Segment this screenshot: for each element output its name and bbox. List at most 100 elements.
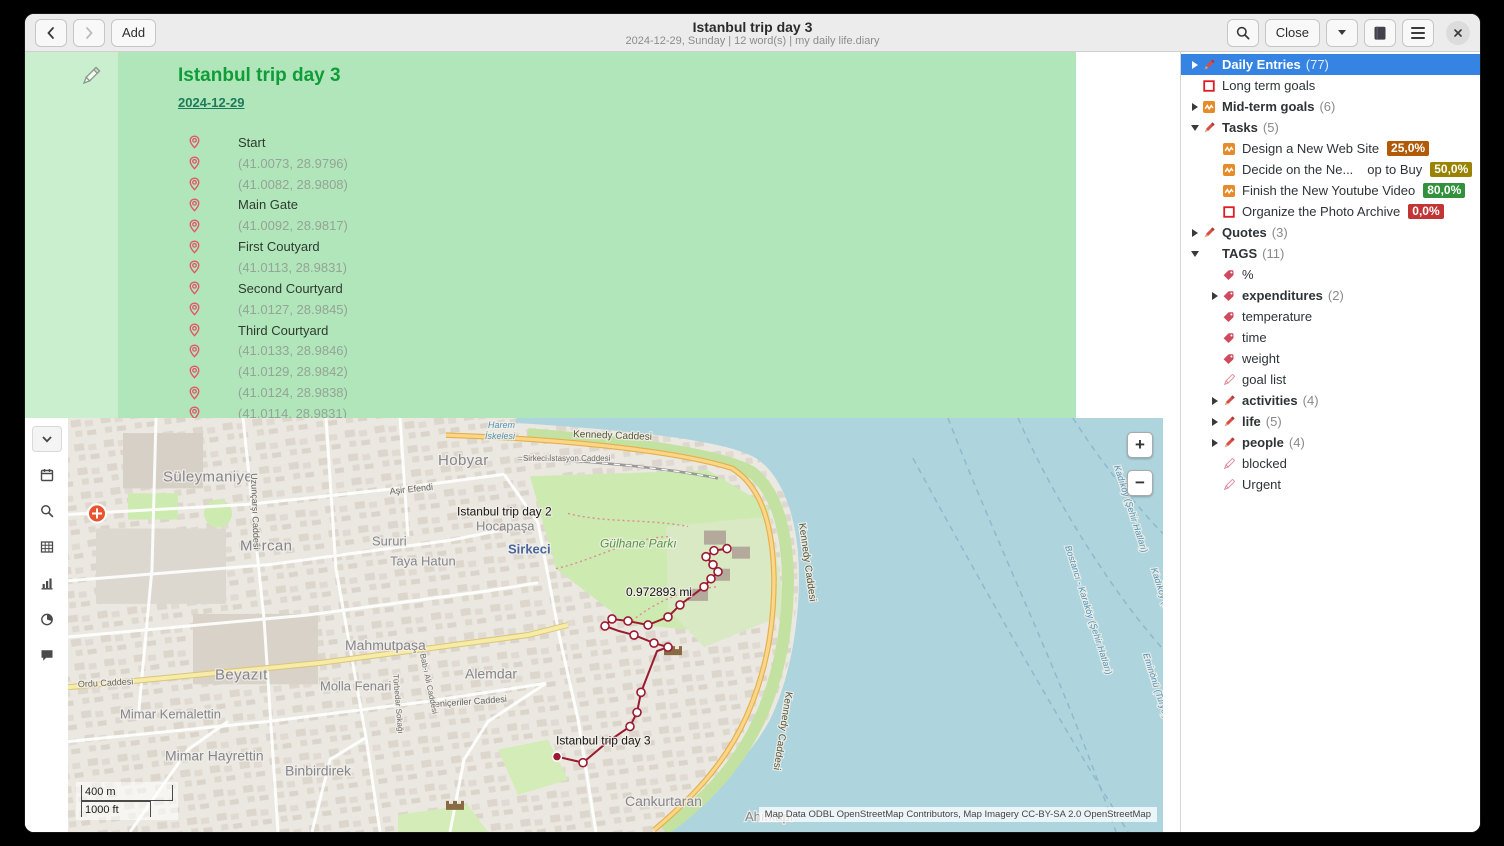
tree-item-long-term-goals[interactable]: Long term goals <box>1181 75 1480 96</box>
map-label: Sirkeci İstasyon Caddesi <box>523 454 611 463</box>
entry-line: (41.0082, 28.9808) <box>178 174 1076 195</box>
map-label: Sirkeci <box>508 542 551 557</box>
comment-button[interactable] <box>34 642 60 668</box>
table-button[interactable] <box>34 534 60 560</box>
tree-item-label: expenditures <box>1242 288 1323 303</box>
tree-item-tag-percent[interactable]: % <box>1181 264 1480 285</box>
tree-item-tag-people[interactable]: people (4) <box>1181 432 1480 453</box>
zoom-out-button[interactable]: − <box>1127 470 1153 496</box>
expander-icon[interactable] <box>1207 414 1222 429</box>
add-location-icon[interactable] <box>88 504 106 522</box>
expander-icon[interactable] <box>1207 288 1222 303</box>
tree-item-task-organize-photos[interactable]: Organize the Photo Archive 0,0% <box>1181 201 1480 222</box>
expander-icon[interactable] <box>1187 246 1202 261</box>
expander-icon[interactable] <box>1187 120 1202 135</box>
journal-button[interactable] <box>1364 19 1396 47</box>
tree-item-mid-term-goals[interactable]: Mid-term goals (6) <box>1181 96 1480 117</box>
calendar-button[interactable] <box>34 462 60 488</box>
tree-item-task-design-web-site[interactable]: Design a New Web Site 25,0% <box>1181 138 1480 159</box>
entry-line: Second Courtyard <box>178 278 1076 299</box>
hamburger-icon <box>1411 27 1425 39</box>
tree-item-count: (2) <box>1328 288 1344 303</box>
tree-item-tag-goal-list[interactable]: goal list <box>1181 369 1480 390</box>
tree-item-task-finish-video[interactable]: Finish the New Youtube Video 80,0% <box>1181 180 1480 201</box>
expander-spacer <box>1187 78 1202 93</box>
tree-item-tags[interactable]: TAGS (11) <box>1181 243 1480 264</box>
icon-spacer <box>1202 247 1216 261</box>
bar-chart-button[interactable] <box>34 570 60 596</box>
tree-item-tasks[interactable]: Tasks (5) <box>1181 117 1480 138</box>
location-pin-icon <box>188 281 201 295</box>
zoom-in-button[interactable]: + <box>1127 432 1153 458</box>
map-label: Mahmutpaşa <box>345 637 426 653</box>
entry-line-text: (41.0129, 28.9842) <box>238 364 348 379</box>
expander-icon[interactable] <box>1187 57 1202 72</box>
entry-editor[interactable]: Istanbul trip day 3 2024-12-29 Start (41… <box>25 52 1076 418</box>
tree-item-tag-activities[interactable]: activities (4) <box>1181 390 1480 411</box>
map-label: Hobyar <box>438 452 489 469</box>
tree-item-quotes[interactable]: Quotes (3) <box>1181 222 1480 243</box>
pencil-outline-icon <box>1222 457 1236 471</box>
tree-item-tag-temperature[interactable]: temperature <box>1181 306 1480 327</box>
tree-item-task-decide[interactable]: Decide on the Ne... op to Buy 50,0% <box>1181 159 1480 180</box>
entry-line-text: First Coutyard <box>238 239 320 254</box>
scale-metric: 400 m <box>81 785 173 801</box>
window-close-button[interactable] <box>1446 21 1470 45</box>
expander-spacer <box>1207 456 1222 471</box>
close-menu-button[interactable] <box>1326 19 1358 47</box>
map-label: Alemdar <box>465 665 517 681</box>
map-label: Mercan <box>240 538 292 555</box>
bar-chart-icon <box>39 575 55 591</box>
location-pin-icon <box>188 156 201 170</box>
map-label: Binbirdirek <box>285 763 352 779</box>
sidebar-tree: Daily Entries (77) Long term goals Mid-t… <box>1180 52 1480 832</box>
forward-button[interactable] <box>73 19 105 47</box>
expander-spacer <box>1207 309 1222 324</box>
tree-item-tag-blocked[interactable]: blocked <box>1181 453 1480 474</box>
entry-marker-label[interactable]: Istanbul trip day 3 <box>556 734 651 748</box>
tree-item-label: % <box>1242 267 1254 282</box>
search-button[interactable] <box>1227 19 1259 47</box>
map-toolbar <box>25 418 68 832</box>
editor-body[interactable]: Istanbul trip day 3 2024-12-29 Start (41… <box>118 52 1076 418</box>
tree-item-tag-weight[interactable]: weight <box>1181 348 1480 369</box>
tree-item-label: time <box>1242 330 1267 345</box>
entry-icon <box>1222 415 1236 429</box>
expander-icon[interactable] <box>1207 435 1222 450</box>
menu-button[interactable] <box>1402 19 1434 47</box>
tree-item-tag-time[interactable]: time <box>1181 327 1480 348</box>
entry-date-link[interactable]: 2024-12-29 <box>178 94 245 112</box>
entry-icon <box>1202 58 1216 72</box>
map-canvas[interactable]: Kennedy Caddesi Kennedy Caddesi Kennedy … <box>68 418 1163 832</box>
entry-marker-label[interactable]: Istanbul trip day 2 <box>457 504 552 518</box>
expander-icon[interactable] <box>1187 99 1202 114</box>
entry-line-text: Main Gate <box>238 197 298 212</box>
tree-item-tag-expenditures[interactable]: expenditures (2) <box>1181 285 1480 306</box>
tree-item-label: Daily Entries <box>1222 57 1301 72</box>
entry-line-text: (41.0073, 28.9796) <box>238 156 348 171</box>
tag-icon <box>1222 268 1236 282</box>
back-button[interactable] <box>35 19 67 47</box>
location-pin-icon <box>188 260 201 274</box>
tree-item-count: (5) <box>1263 120 1279 135</box>
tree-item-label: life <box>1242 414 1261 429</box>
calendar-icon <box>39 467 55 483</box>
tree-item-daily-entries[interactable]: Daily Entries (77) <box>1181 54 1480 75</box>
pie-chart-button[interactable] <box>34 606 60 632</box>
tree-item-tag-life[interactable]: life (5) <box>1181 411 1480 432</box>
map-view[interactable]: Kennedy Caddesi Kennedy Caddesi Kennedy … <box>68 418 1163 832</box>
add-button[interactable]: Add <box>111 19 156 47</box>
route-distance-label: 0.972893 mi <box>626 585 692 599</box>
tag-icon <box>1222 331 1236 345</box>
tree-item-label: activities <box>1242 393 1298 408</box>
close-entry-button[interactable]: Close <box>1265 19 1320 47</box>
expander-icon[interactable] <box>1187 225 1202 240</box>
tag-icon <box>1222 289 1236 303</box>
expander-spacer <box>1207 372 1222 387</box>
expander-icon[interactable] <box>1207 393 1222 408</box>
collapse-panel-button[interactable] <box>32 426 62 452</box>
search-panel-button[interactable] <box>34 498 60 524</box>
tree-item-tag-urgent[interactable]: Urgent <box>1181 474 1480 495</box>
caret-down-icon <box>1338 30 1346 35</box>
header-bar: Add Istanbul trip day 3 2024-12-29, Sund… <box>25 14 1480 52</box>
